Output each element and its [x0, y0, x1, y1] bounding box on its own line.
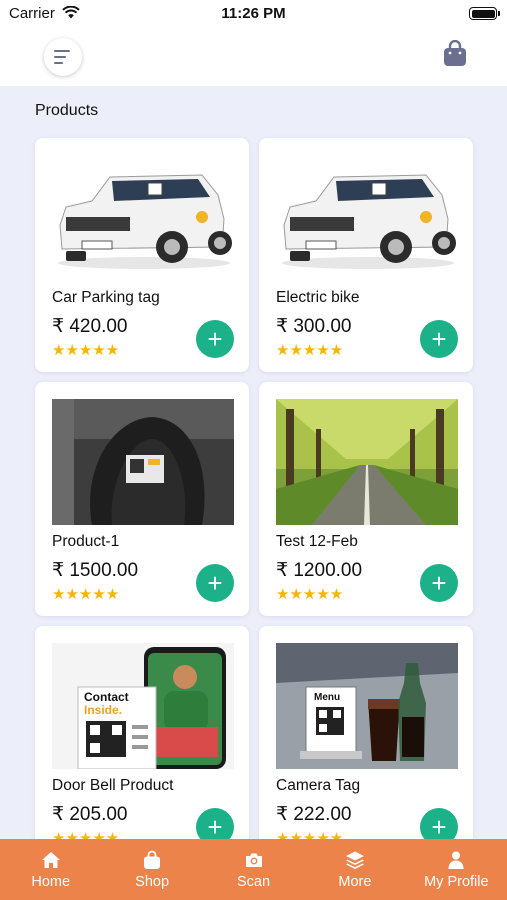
tab-my-profile[interactable]: My Profile	[406, 839, 507, 900]
product-price: ₹ 300.00	[276, 316, 352, 337]
add-to-cart-button[interactable]: +	[420, 564, 458, 602]
plus-icon: +	[207, 324, 223, 354]
plus-icon: +	[207, 568, 223, 598]
rating-stars: ★★★★★	[276, 342, 344, 359]
product-card[interactable]: Car Parking tag ₹ 420.00 ★★★★★ +	[35, 138, 249, 372]
product-price: ₹ 1500.00	[52, 560, 139, 581]
tab-label: Scan	[236, 874, 271, 890]
tab-label: My Profile	[424, 874, 489, 890]
cart-button[interactable]	[440, 38, 470, 68]
product-name: Camera Tag	[276, 777, 361, 794]
image-text: Menu	[314, 692, 340, 703]
section-title: Products	[35, 102, 99, 119]
product-name: Product-1	[52, 533, 120, 550]
product-image	[276, 399, 458, 525]
product-name: Test 12-Feb	[276, 533, 358, 550]
user-icon	[448, 851, 464, 869]
bottom-tab-bar: Home Shop Scan More My Profile	[0, 839, 507, 900]
product-name: Car Parking tag	[52, 289, 160, 306]
product-price: ₹ 1200.00	[276, 560, 363, 581]
clock: 11:26 PM	[221, 5, 286, 22]
product-card[interactable]: Test 12-Feb ₹ 1200.00 ★★★★★ +	[259, 382, 473, 616]
home-icon	[41, 852, 60, 868]
product-card[interactable]: Menu Camera Tag ₹ 222.00 ★★★★★ +	[259, 626, 473, 860]
shop-bag-icon	[144, 850, 161, 869]
product-image: Menu	[276, 643, 458, 769]
tab-label: Home	[31, 874, 71, 890]
tab-scan[interactable]: Scan	[203, 839, 304, 900]
rating-stars: ★★★★★	[52, 586, 120, 603]
product-image: Contact Inside.	[52, 643, 234, 769]
tab-home[interactable]: Home	[0, 839, 101, 900]
product-card[interactable]: Product-1 ₹ 1500.00 ★★★★★ +	[35, 382, 249, 616]
product-image	[276, 155, 458, 281]
product-price: ₹ 205.00	[52, 804, 128, 825]
product-name: Door Bell Product	[52, 777, 174, 794]
product-name: Electric bike	[276, 289, 360, 306]
add-to-cart-button[interactable]: +	[420, 320, 458, 358]
menu-button[interactable]	[44, 38, 82, 76]
image-text: Inside.	[84, 703, 122, 717]
plus-icon: +	[207, 812, 223, 842]
product-image	[52, 399, 234, 525]
rating-stars: ★★★★★	[52, 342, 120, 359]
plus-icon: +	[431, 812, 447, 842]
menu-icon	[54, 50, 70, 64]
add-to-cart-button[interactable]: +	[196, 320, 234, 358]
app-header	[0, 28, 507, 86]
plus-icon: +	[431, 568, 447, 598]
layers-icon	[345, 851, 364, 869]
tab-more[interactable]: More	[304, 839, 405, 900]
status-bar: Carrier 11:26 PM	[0, 0, 507, 28]
product-card[interactable]: Contact Inside. Door Bell Product ₹ 205.…	[35, 626, 249, 860]
image-text: Contact	[84, 690, 129, 704]
battery-icon	[469, 7, 500, 20]
shopping-bag-icon	[444, 40, 466, 66]
rating-stars: ★★★★★	[276, 586, 344, 603]
tab-label: More	[338, 874, 372, 890]
tab-shop[interactable]: Shop	[101, 839, 202, 900]
camera-icon	[245, 853, 262, 867]
plus-icon: +	[431, 324, 447, 354]
product-card[interactable]: Electric bike ₹ 300.00 ★★★★★ +	[259, 138, 473, 372]
product-price: ₹ 420.00	[52, 316, 128, 337]
tab-label: Shop	[135, 874, 170, 890]
product-price: ₹ 222.00	[276, 804, 352, 825]
add-to-cart-button[interactable]: +	[196, 564, 234, 602]
product-image	[52, 155, 234, 281]
